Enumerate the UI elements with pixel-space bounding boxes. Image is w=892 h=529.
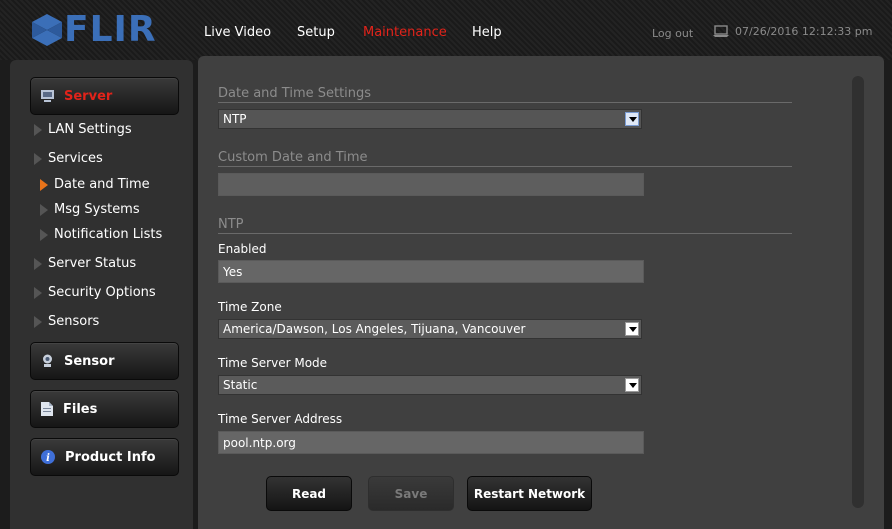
top-bar: FLIR Live Video Setup Maintenance Help L… bbox=[0, 0, 892, 60]
sidebar-item-label: Notification Lists bbox=[54, 227, 163, 242]
sidebar-item-server-status[interactable]: Server Status bbox=[34, 256, 136, 271]
sensor-button[interactable]: Sensor bbox=[30, 342, 179, 380]
sidebar-item-notification-lists[interactable]: Notification Lists bbox=[40, 227, 162, 242]
datetime-text: 07/26/2016 12:12:33 pm bbox=[735, 25, 873, 38]
document-icon bbox=[41, 402, 53, 416]
triangle-right-icon bbox=[40, 178, 48, 191]
section-divider bbox=[218, 166, 792, 167]
sidebar-item-label: Server Status bbox=[48, 256, 137, 271]
laptop-icon bbox=[713, 25, 729, 37]
section-divider bbox=[218, 233, 792, 234]
sidebar-item-services[interactable]: Services bbox=[34, 151, 103, 166]
sidebar-item-security-options[interactable]: Security Options bbox=[34, 285, 156, 300]
time-server-address-field[interactable]: pool.ntp.org bbox=[218, 431, 644, 454]
time-server-mode-select[interactable]: Static bbox=[218, 375, 642, 395]
custom-date-time-title: Custom Date and Time bbox=[218, 150, 368, 165]
vertical-scrollbar[interactable] bbox=[852, 76, 864, 508]
sidebar-item-label: Sensors bbox=[48, 314, 100, 329]
enabled-label: Enabled bbox=[218, 242, 267, 256]
nav-live-video[interactable]: Live Video bbox=[204, 25, 271, 40]
flir-logo-icon bbox=[32, 14, 62, 46]
webcam-icon bbox=[41, 354, 54, 368]
time-server-mode-value: Static bbox=[223, 378, 258, 392]
sidebar-item-label: Msg Systems bbox=[54, 202, 140, 217]
info-icon: i bbox=[41, 450, 55, 464]
sidebar-item-msg-systems[interactable]: Msg Systems bbox=[40, 202, 140, 217]
sidebar-item-label: LAN Settings bbox=[48, 122, 132, 137]
dropdown-arrow-icon[interactable] bbox=[625, 112, 639, 126]
custom-date-time-field[interactable] bbox=[218, 173, 644, 196]
section-divider bbox=[218, 102, 792, 103]
time-server-mode-label: Time Server Mode bbox=[218, 356, 328, 370]
enabled-field[interactable]: Yes bbox=[218, 260, 644, 283]
product-info-button-label: Product Info bbox=[65, 449, 156, 465]
nav-maintenance[interactable]: Maintenance bbox=[363, 25, 447, 40]
time-zone-value: America/Dawson, Los Angeles, Tijuana, Va… bbox=[223, 322, 526, 336]
dropdown-arrow-icon[interactable] bbox=[625, 378, 639, 392]
sidebar-item-label: Security Options bbox=[48, 285, 156, 300]
time-server-address-label: Time Server Address bbox=[218, 412, 343, 426]
time-zone-select[interactable]: America/Dawson, Los Angeles, Tijuana, Va… bbox=[218, 319, 642, 339]
sidebar-item-lan-settings[interactable]: LAN Settings bbox=[34, 122, 132, 137]
date-time-mode-select[interactable]: NTP bbox=[218, 109, 642, 129]
time-zone-label: Time Zone bbox=[218, 300, 282, 314]
brand-name: FLIR bbox=[64, 9, 157, 50]
nav-help[interactable]: Help bbox=[472, 25, 502, 40]
files-button-label: Files bbox=[63, 401, 98, 417]
server-button-label: Server bbox=[64, 88, 113, 104]
triangle-right-icon bbox=[34, 315, 42, 328]
triangle-right-icon bbox=[34, 123, 42, 136]
save-button[interactable]: Save bbox=[368, 476, 454, 511]
main-panel: Date and Time Settings NTP Custom Date a… bbox=[198, 56, 884, 529]
product-info-button[interactable]: i Product Info bbox=[30, 438, 179, 476]
restart-network-button[interactable]: Restart Network bbox=[467, 476, 592, 511]
dropdown-arrow-icon[interactable] bbox=[625, 322, 639, 336]
flir-logo[interactable]: FLIR bbox=[32, 12, 157, 48]
triangle-right-icon bbox=[40, 228, 48, 241]
ntp-title: NTP bbox=[218, 217, 244, 232]
triangle-right-icon bbox=[34, 286, 42, 299]
datetime-display: 07/26/2016 12:12:33 pm bbox=[713, 25, 873, 38]
logout-link[interactable]: Log out bbox=[652, 27, 693, 40]
sidebar: Server LAN Settings Services Date and Ti… bbox=[10, 60, 193, 529]
monitor-icon bbox=[41, 89, 54, 103]
sidebar-item-label: Services bbox=[48, 151, 103, 166]
sidebar-item-label: Date and Time bbox=[54, 177, 150, 192]
triangle-right-icon bbox=[34, 257, 42, 270]
sidebar-item-date-and-time[interactable]: Date and Time bbox=[40, 177, 150, 192]
date-time-settings-title: Date and Time Settings bbox=[218, 86, 372, 101]
triangle-right-icon bbox=[40, 203, 48, 216]
triangle-right-icon bbox=[34, 152, 42, 165]
sensor-button-label: Sensor bbox=[64, 353, 115, 369]
read-button[interactable]: Read bbox=[266, 476, 352, 511]
svg-text:i: i bbox=[46, 453, 50, 464]
files-button[interactable]: Files bbox=[30, 390, 179, 428]
sidebar-item-sensors[interactable]: Sensors bbox=[34, 314, 99, 329]
date-time-mode-value: NTP bbox=[223, 112, 247, 126]
server-button[interactable]: Server bbox=[30, 77, 179, 115]
nav-setup[interactable]: Setup bbox=[297, 25, 335, 40]
